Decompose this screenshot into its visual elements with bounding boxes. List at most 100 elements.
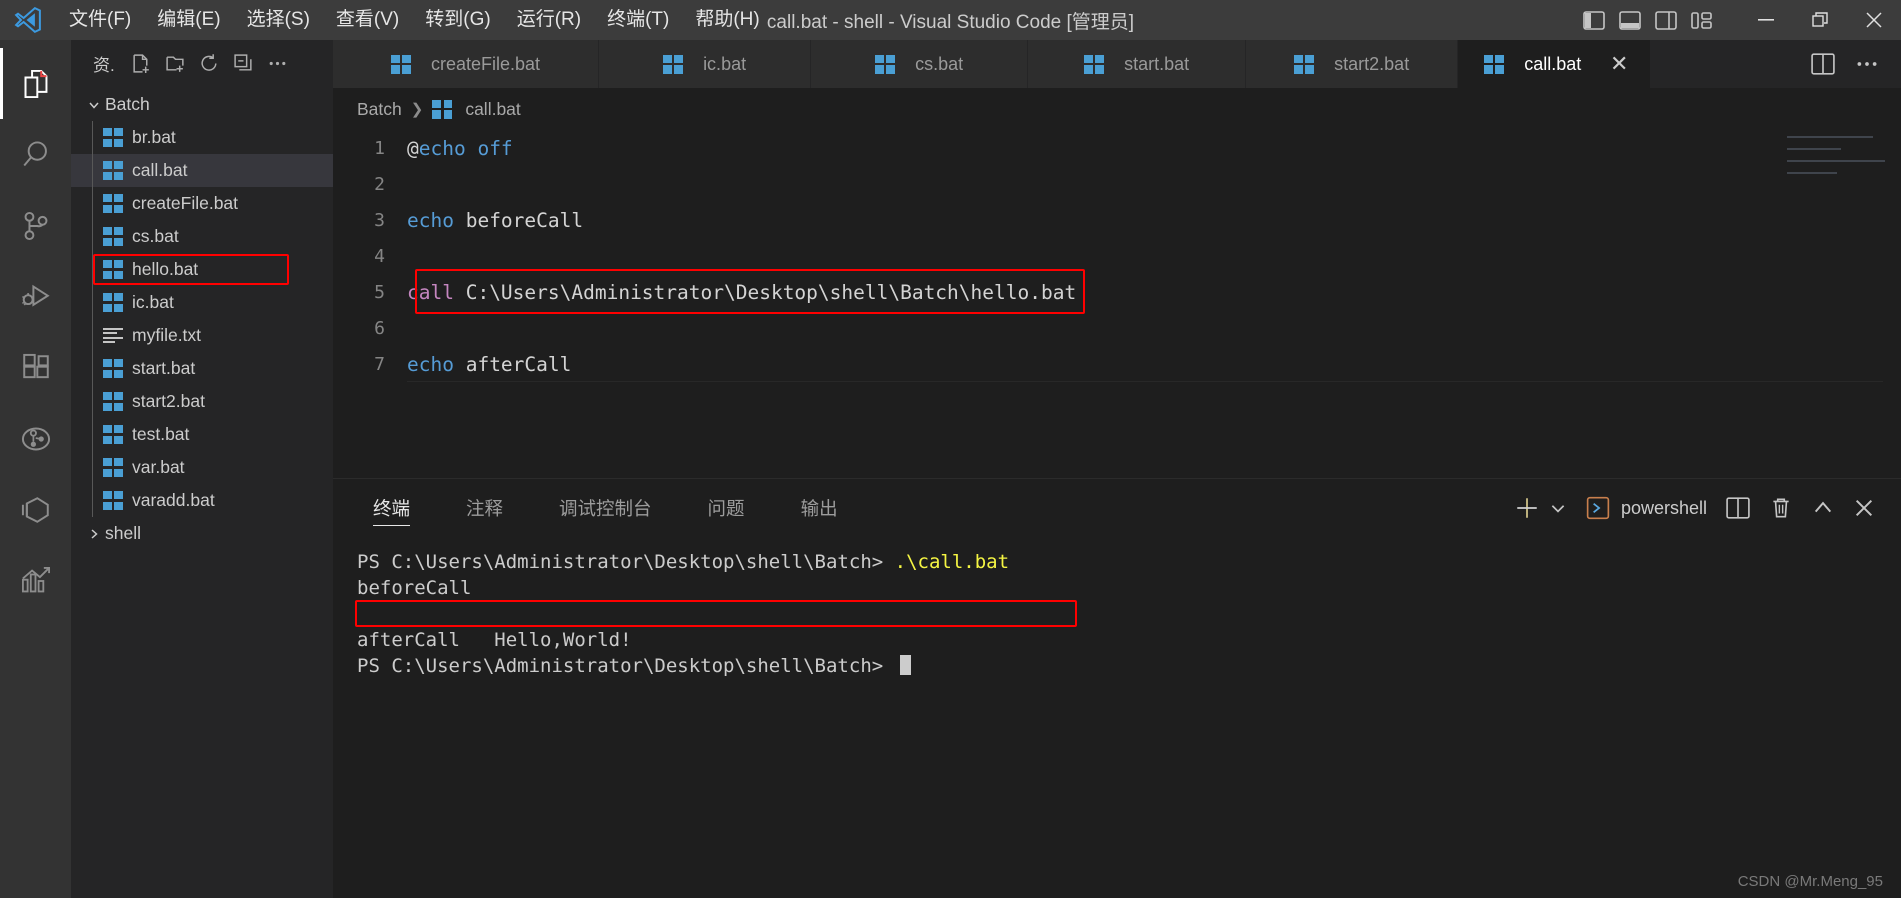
tab-start-bat[interactable]: start.bat xyxy=(1028,40,1247,88)
line-number: 2 xyxy=(374,173,385,195)
breadcrumb-file[interactable]: call.bat xyxy=(465,99,520,120)
code-token: echo xyxy=(407,352,454,376)
toggle-secondary-sidebar-icon[interactable] xyxy=(1655,10,1677,30)
explorer-header: 资. xyxy=(71,40,333,86)
editor-more-actions-icon[interactable] xyxy=(1855,53,1879,75)
tree-item-br-bat[interactable]: br.bat xyxy=(71,121,333,154)
window-restore-button[interactable] xyxy=(1793,0,1847,40)
tree-item-cs-bat[interactable]: cs.bat xyxy=(71,220,333,253)
menu-terminal[interactable]: 终端(T) xyxy=(594,0,682,40)
menu-view[interactable]: 查看(V) xyxy=(323,0,412,40)
customize-layout-icon[interactable] xyxy=(1691,11,1713,30)
tree-item-varadd-bat[interactable]: varadd.bat xyxy=(71,484,333,517)
activity-source-control[interactable] xyxy=(0,190,71,261)
code-editor[interactable]: 1 @echo off 2 3 echo beforeCall 4 5 call… xyxy=(333,130,1901,478)
toggle-panel-icon[interactable] xyxy=(1619,10,1641,30)
tab-label: start2.bat xyxy=(1334,53,1410,74)
bat-file-icon xyxy=(1484,54,1505,74)
tree-item-var-bat[interactable]: var.bat xyxy=(71,451,333,484)
panel-tab-comments[interactable]: 注释 xyxy=(450,479,519,537)
tree-folder-batch[interactable]: Batch xyxy=(71,88,333,121)
split-terminal-icon[interactable] xyxy=(1726,497,1750,519)
activity-testing[interactable] xyxy=(0,403,71,474)
window-minimize-button[interactable] xyxy=(1739,0,1793,40)
toggle-primary-sidebar-icon[interactable] xyxy=(1583,10,1605,30)
current-line-border xyxy=(407,381,1883,382)
text-file-icon xyxy=(103,326,123,345)
tab-cs-bat[interactable]: cs.bat xyxy=(811,40,1029,88)
tab-ic-bat[interactable]: ic.bat xyxy=(599,40,812,88)
collapse-all-icon[interactable] xyxy=(228,48,259,79)
menu-help[interactable]: 帮助(H) xyxy=(682,0,772,40)
terminal-line-hello-world: Hello,World! xyxy=(355,600,1901,651)
tree-item-myfile-txt[interactable]: myfile.txt xyxy=(71,319,333,352)
tree-item-call-bat[interactable]: call.bat xyxy=(71,154,333,187)
new-folder-icon[interactable] xyxy=(160,48,191,79)
trash-icon[interactable] xyxy=(1769,496,1793,520)
activity-remote[interactable] xyxy=(0,474,71,545)
tree-item-start-bat[interactable]: start.bat xyxy=(71,352,333,385)
new-terminal-button[interactable] xyxy=(1514,495,1540,521)
activity-explorer[interactable] xyxy=(0,48,71,119)
tab-label: call.bat xyxy=(1524,53,1582,74)
menu-run[interactable]: 运行(R) xyxy=(504,0,594,40)
tab-call-bat[interactable]: call.bat ✕ xyxy=(1458,40,1652,88)
bat-file-icon xyxy=(1294,54,1315,74)
breadcrumb: Batch ❯ call.bat xyxy=(333,88,1901,130)
tree-item-ic-bat[interactable]: ic.bat xyxy=(71,286,333,319)
panel-tab-output[interactable]: 输出 xyxy=(785,479,854,537)
menu-selection[interactable]: 选择(S) xyxy=(234,0,323,40)
code-line-5: 5 call C:\Users\Administrator\Desktop\sh… xyxy=(333,269,1901,314)
terminal-shell-name: powershell xyxy=(1620,497,1707,518)
tree-item-label: start.bat xyxy=(132,358,196,378)
tab-close-icon[interactable]: ✕ xyxy=(1606,51,1632,77)
menu-file[interactable]: 文件(F) xyxy=(56,0,144,40)
editor-tab-actions xyxy=(1789,40,1901,88)
tab-label: cs.bat xyxy=(915,53,964,74)
tree-item-label: br.bat xyxy=(132,127,176,147)
bat-file-icon xyxy=(875,54,896,74)
menu-edit[interactable]: 编辑(E) xyxy=(144,0,233,40)
vscode-logo-icon xyxy=(0,0,56,40)
tab-start2-bat[interactable]: start2.bat xyxy=(1246,40,1459,88)
indent-guide xyxy=(92,352,93,385)
panel-actions: powershell xyxy=(1514,495,1901,521)
explorer-more-actions-icon[interactable] xyxy=(262,48,293,79)
refresh-icon[interactable] xyxy=(194,48,225,79)
code-line-7: 7 echo afterCall xyxy=(333,346,1901,382)
code-token: echo off xyxy=(418,136,513,160)
tree-item-hello-bat[interactable]: hello.bat xyxy=(71,253,333,286)
tree-item-start2-bat[interactable]: start2.bat xyxy=(71,385,333,418)
bat-file-icon xyxy=(1084,54,1105,74)
tab-createFile-bat[interactable]: createFile.bat xyxy=(333,40,600,88)
split-editor-icon[interactable] xyxy=(1811,53,1835,75)
chevron-right-icon xyxy=(83,527,105,541)
close-panel-icon[interactable] xyxy=(1853,497,1875,519)
activity-search[interactable] xyxy=(0,119,71,190)
bat-file-icon xyxy=(432,99,453,119)
tree-item-label: call.bat xyxy=(132,160,188,180)
window-close-button[interactable] xyxy=(1847,0,1901,40)
activity-extensions[interactable] xyxy=(0,332,71,403)
chevron-down-icon[interactable] xyxy=(1549,499,1567,517)
panel-tab-problems[interactable]: 问题 xyxy=(692,479,761,537)
tree-item-label: ic.bat xyxy=(132,292,174,312)
menu-bar: 文件(F) 编辑(E) 选择(S) 查看(V) 转到(G) 运行(R) 终端(T… xyxy=(56,0,773,40)
activity-analytics[interactable] xyxy=(0,545,71,616)
vscode-window: 文件(F) 编辑(E) 选择(S) 查看(V) 转到(G) 运行(R) 终端(T… xyxy=(0,0,1901,898)
panel-tab-terminal[interactable]: 终端 xyxy=(357,479,426,537)
menu-go[interactable]: 转到(G) xyxy=(412,0,503,40)
activity-run-debug[interactable] xyxy=(0,261,71,332)
tree-item-createfile-bat[interactable]: createFile.bat xyxy=(71,187,333,220)
terminal-powershell-icon[interactable] xyxy=(1586,496,1610,520)
new-file-icon[interactable] xyxy=(126,48,157,79)
tree-item-test-bat[interactable]: test.bat xyxy=(71,418,333,451)
terminal-output[interactable]: PS C:\Users\Administrator\Desktop\shell\… xyxy=(333,537,1901,898)
breadcrumb-folder[interactable]: Batch xyxy=(357,99,402,120)
chevron-up-icon[interactable] xyxy=(1812,497,1834,519)
terminal-command: .\call.bat xyxy=(894,551,1010,573)
tree-folder-label: shell xyxy=(105,523,141,543)
tree-folder-shell[interactable]: shell xyxy=(71,517,333,550)
panel-tab-debug-console[interactable]: 调试控制台 xyxy=(543,479,668,537)
indent-guide xyxy=(92,220,93,253)
